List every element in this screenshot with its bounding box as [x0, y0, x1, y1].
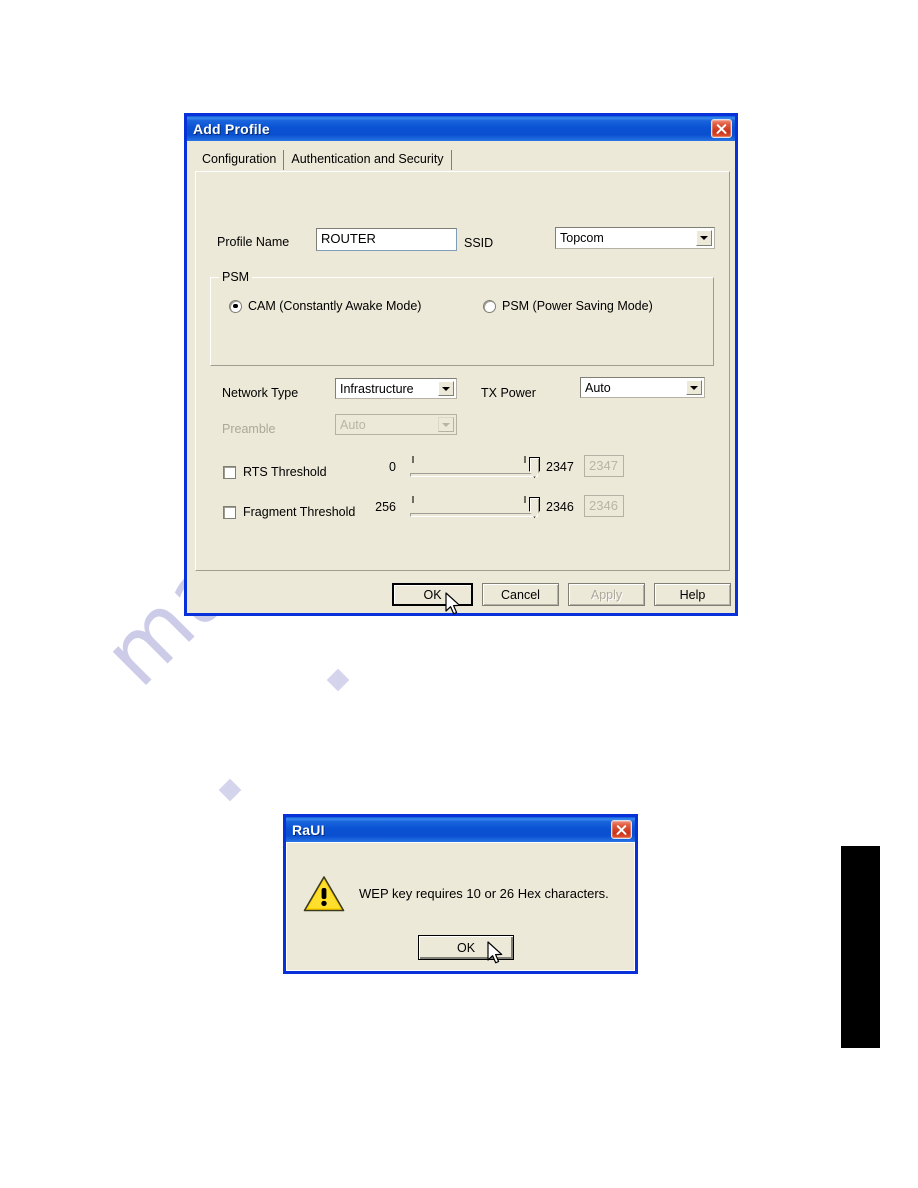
configuration-tab-panel: Profile Name ROUTER SSID Topcom PSM CAM … [195, 171, 730, 571]
slider-track[interactable] [410, 513, 538, 517]
tx-power-value: Auto [585, 380, 611, 395]
add-profile-dialog: Add Profile Configuration Authentication… [184, 113, 738, 616]
network-type-combobox[interactable]: Infrastructure [335, 378, 457, 399]
rts-threshold-min: 0 [389, 460, 396, 474]
fragment-threshold-min: 256 [375, 500, 396, 514]
rts-threshold-value-input: 2347 [584, 455, 624, 477]
slider-tick-left [412, 456, 414, 463]
close-icon[interactable] [711, 119, 732, 138]
raui-message-dialog: RaUI WEP key requires 10 or 26 Hex chara… [283, 814, 638, 974]
radio-psm-mode-label: PSM (Power Saving Mode) [502, 299, 653, 313]
network-type-value: Infrastructure [340, 381, 414, 396]
radio-cam-mode-marker[interactable] [229, 299, 242, 313]
add-profile-titlebar: Add Profile [187, 116, 735, 141]
raui-message-text: WEP key requires 10 or 26 Hex characters… [359, 886, 609, 901]
chevron-down-icon[interactable] [696, 230, 712, 246]
slider-tick-left [412, 496, 414, 503]
rts-threshold-checkbox[interactable]: RTS Threshold [223, 465, 327, 479]
profile-name-input[interactable]: ROUTER [316, 228, 457, 251]
fragment-threshold-value-input: 2346 [584, 495, 624, 517]
tx-power-combobox[interactable]: Auto [580, 377, 705, 398]
network-type-label: Network Type [222, 386, 299, 400]
ssid-combobox[interactable]: Topcom [555, 227, 715, 249]
radio-psm-mode[interactable]: PSM (Power Saving Mode) [483, 299, 653, 313]
slider-tick-right [524, 456, 526, 463]
radio-cam-mode[interactable]: CAM (Constantly Awake Mode) [229, 299, 421, 313]
tx-power-label: TX Power [481, 386, 536, 400]
raui-title: RaUI [292, 821, 325, 838]
fragment-threshold-max: 2346 [546, 500, 574, 514]
warning-triangle-icon [303, 875, 345, 913]
profile-name-label: Profile Name [217, 235, 290, 249]
tab-configuration[interactable]: Configuration [195, 150, 285, 170]
chevron-down-icon[interactable] [438, 381, 454, 396]
slider-track[interactable] [410, 473, 538, 477]
watermark-dot [326, 668, 350, 692]
chevron-down-icon[interactable] [686, 380, 702, 395]
ssid-label: SSID [464, 236, 494, 250]
ok-button-label: OK [423, 587, 442, 602]
add-profile-body: Configuration Authentication and Securit… [187, 141, 735, 615]
preamble-label: Preamble [222, 422, 276, 436]
raui-titlebar: RaUI [286, 817, 635, 842]
watermark-dot [218, 778, 242, 802]
help-button[interactable]: Help [654, 583, 731, 606]
tabstrip: Configuration Authentication and Securit… [195, 150, 452, 170]
preamble-value: Auto [340, 417, 366, 432]
rts-threshold-slider[interactable] [410, 455, 540, 481]
preamble-combobox: Auto [335, 414, 457, 435]
close-icon[interactable] [611, 820, 632, 839]
rts-threshold-checkbox-marker[interactable] [223, 465, 236, 479]
psm-groupbox: PSM CAM (Constantly Awake Mode) PSM (Pow… [210, 270, 714, 366]
cancel-button[interactable]: Cancel [482, 583, 559, 606]
raui-body: WEP key requires 10 or 26 Hex characters… [286, 842, 635, 971]
psm-groupbox-title: PSM [219, 270, 253, 284]
tab-authentication-and-security[interactable]: Authentication and Security [284, 150, 452, 170]
help-button-label: Help [679, 587, 706, 602]
tab-authentication-and-security-label: Authentication and Security [291, 152, 444, 166]
raui-ok-button[interactable]: OK [418, 935, 514, 960]
raui-ok-button-label: OK [456, 940, 476, 955]
cancel-button-label: Cancel [501, 587, 540, 602]
page-edge-marker [841, 846, 880, 1048]
fragment-threshold-checkbox-marker[interactable] [223, 505, 236, 519]
radio-psm-mode-marker[interactable] [483, 299, 496, 313]
ok-button[interactable]: OK [392, 583, 473, 606]
rts-threshold-label: RTS Threshold [243, 465, 327, 479]
fragment-threshold-checkbox[interactable]: Fragment Threshold [223, 505, 355, 519]
apply-button-label: Apply [590, 587, 623, 602]
radio-cam-mode-label: CAM (Constantly Awake Mode) [248, 299, 422, 313]
chevron-down-icon [438, 417, 454, 432]
fragment-threshold-slider[interactable] [410, 495, 540, 521]
fragment-threshold-label: Fragment Threshold [243, 505, 356, 519]
ssid-value: Topcom [560, 231, 604, 245]
rts-threshold-max: 2347 [546, 460, 574, 474]
slider-tick-right [524, 496, 526, 503]
apply-button: Apply [568, 583, 645, 606]
add-profile-title: Add Profile [193, 120, 270, 137]
tab-configuration-label: Configuration [202, 152, 277, 166]
